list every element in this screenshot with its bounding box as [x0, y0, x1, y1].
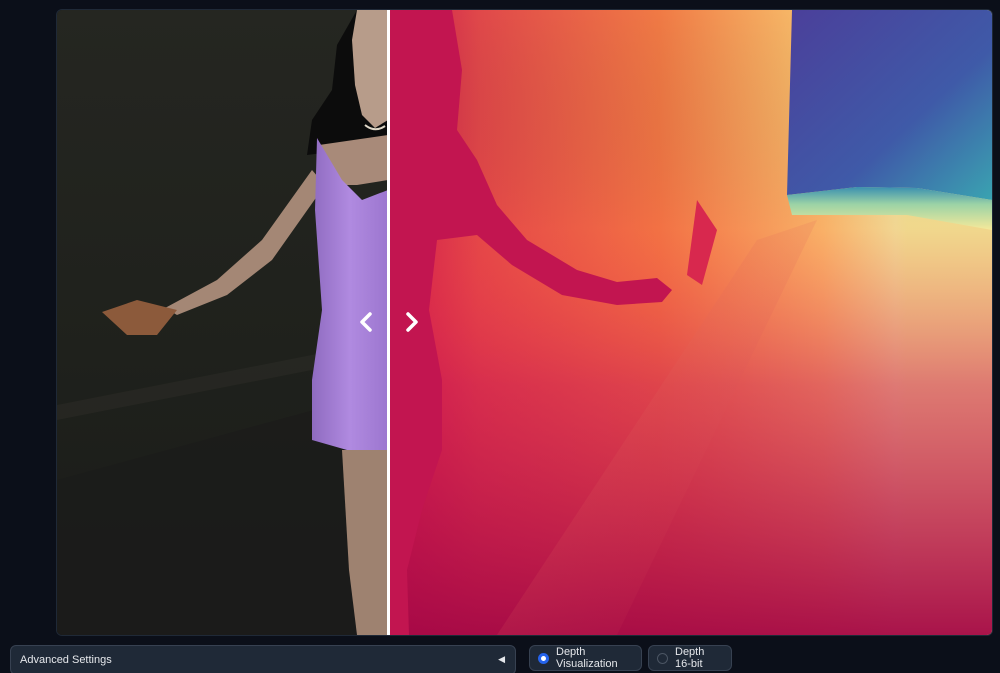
image-compare-viewer[interactable]: [56, 9, 993, 636]
radio-depth-visualization[interactable]: Depth Visualization: [529, 645, 642, 671]
radio-unselected-icon: [657, 652, 668, 664]
chevron-left-icon[interactable]: [352, 308, 380, 336]
chevron-right-icon[interactable]: [398, 308, 426, 336]
radio-depth-16-bit[interactable]: Depth 16-bit: [648, 645, 732, 671]
controls-bar: Advanced Settings ◀ Depth Visualization …: [0, 642, 1000, 673]
compare-canvas: [57, 10, 992, 635]
original-photo: [57, 10, 388, 635]
caret-left-icon: ◀: [498, 654, 505, 664]
compare-slider-handle[interactable]: [387, 10, 390, 635]
app-root: Advanced Settings ◀ Depth Visualization …: [0, 0, 1000, 673]
radio-selected-icon: [538, 652, 549, 664]
depth-map: [388, 10, 992, 635]
radio-label: Depth Visualization: [556, 646, 618, 670]
radio-label: Depth 16-bit: [675, 646, 705, 670]
advanced-settings-label: Advanced Settings: [20, 654, 112, 666]
advanced-settings-accordion[interactable]: Advanced Settings ◀: [10, 645, 516, 673]
